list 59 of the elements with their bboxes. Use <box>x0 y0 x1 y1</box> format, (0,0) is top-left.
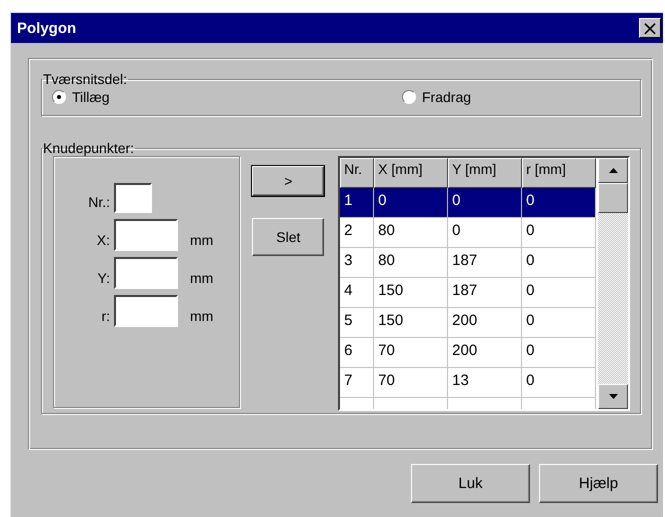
window-title: Polygon <box>17 20 76 36</box>
table-cell[interactable]: 0 <box>522 188 596 218</box>
radio-option[interactable]: Fradrag <box>402 89 640 105</box>
field-label: Nr.: <box>87 194 111 212</box>
field-label: Y: <box>96 270 111 288</box>
table-cell[interactable]: 0 <box>522 278 596 308</box>
scroll-thumb[interactable] <box>598 183 628 213</box>
table-cell[interactable]: 200 <box>448 338 522 368</box>
radio-option[interactable]: Tillæg <box>52 89 402 105</box>
table-cell[interactable]: 0 <box>522 218 596 248</box>
help-button[interactable]: Hjælp <box>539 464 658 503</box>
table-cell[interactable]: 13 <box>448 368 522 398</box>
column-header[interactable]: r [mm] <box>522 158 596 188</box>
close-button[interactable]: × <box>639 18 661 38</box>
table-cell[interactable]: 187 <box>448 278 522 308</box>
input-field[interactable] <box>114 295 178 327</box>
table-cell[interactable]: 6 <box>340 338 374 368</box>
table-cell[interactable]: 0 <box>374 188 448 218</box>
down-triangle-icon <box>608 394 618 399</box>
table-cell[interactable]: 0 <box>448 188 522 218</box>
table-cell[interactable]: 150 <box>374 308 448 338</box>
column-header[interactable]: X [mm] <box>374 158 448 188</box>
table-cell[interactable]: 3 <box>340 248 374 278</box>
group-title: Tværsnitsdel: <box>42 71 128 87</box>
group-title: Knudepunkter: <box>42 140 136 156</box>
close-dialog-button[interactable]: Luk <box>411 464 530 503</box>
column-header[interactable]: Nr. <box>340 158 374 188</box>
up-triangle-icon <box>608 168 618 173</box>
delete-button[interactable]: Slet <box>252 218 324 256</box>
scrollbar[interactable] <box>598 158 628 409</box>
field-label: X: <box>96 232 111 250</box>
table-cell[interactable]: 187 <box>448 248 522 278</box>
input-field[interactable] <box>114 257 178 289</box>
table-cell[interactable]: 1 <box>340 188 374 218</box>
scroll-up-button[interactable] <box>598 158 628 183</box>
unit-label: mm <box>189 308 214 326</box>
table-cell[interactable]: 2 <box>340 218 374 248</box>
table-cell[interactable]: 5 <box>340 308 374 338</box>
table-cell[interactable]: 150 <box>374 278 448 308</box>
table-cell[interactable]: 7 <box>340 368 374 398</box>
scroll-down-button[interactable] <box>598 384 628 409</box>
table-cell[interactable]: 80 <box>374 218 448 248</box>
table-cell[interactable]: 80 <box>374 248 448 278</box>
unit-label: mm <box>189 232 214 250</box>
table-cell[interactable]: 0 <box>522 308 596 338</box>
add-button[interactable]: > <box>252 166 324 196</box>
table-cell[interactable]: 0 <box>522 248 596 278</box>
table-cell[interactable]: 0 <box>522 368 596 398</box>
table-cell[interactable]: 0 <box>522 338 596 368</box>
table-cell[interactable]: 70 <box>374 368 448 398</box>
table-cell[interactable]: 70 <box>374 338 448 368</box>
field-label: r: <box>100 308 111 326</box>
input-field[interactable] <box>114 183 152 213</box>
input-field[interactable] <box>114 219 178 251</box>
unit-label: mm <box>189 270 214 288</box>
table-cell[interactable]: 4 <box>340 278 374 308</box>
table-cell[interactable]: 0 <box>448 218 522 248</box>
column-header[interactable]: Y [mm] <box>448 158 522 188</box>
table-cell[interactable]: 200 <box>448 308 522 338</box>
